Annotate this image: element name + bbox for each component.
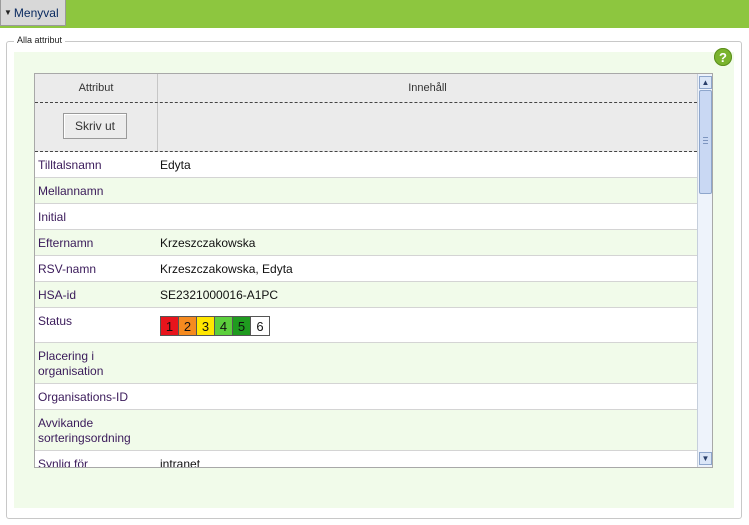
row-label: Synlig för	[38, 457, 89, 468]
table-header: Attribut Innehåll Skriv ut	[35, 74, 697, 152]
status-option-1[interactable]: 1	[161, 317, 179, 335]
print-button[interactable]: Skriv ut	[63, 113, 127, 139]
status-selector: 1 2 3 4 5 6	[160, 316, 270, 336]
table-row: Tilltalsnamn Edyta	[35, 152, 697, 178]
row-label: Initial	[38, 210, 67, 224]
table-row: Initial	[35, 204, 697, 230]
row-label: Tilltalsnamn	[38, 158, 102, 172]
table-row: RSV-namn Krzeszczakowska, Edyta	[35, 256, 697, 282]
table-row: Placering i organisation	[35, 343, 697, 384]
column-header-content: Innehåll	[408, 82, 447, 94]
attributes-table: Attribut Innehåll Skriv ut Tilltalsnamn …	[34, 73, 713, 468]
row-label: Organisations-ID	[38, 390, 129, 404]
status-option-5[interactable]: 5	[233, 317, 251, 335]
row-label: Placering i organisation	[38, 349, 104, 378]
status-option-2[interactable]: 2	[179, 317, 197, 335]
row-value: Edyta	[160, 158, 191, 172]
row-value: Krzeszczakowska, Edyta	[160, 262, 293, 276]
menu-label: Menyval	[13, 5, 59, 20]
status-option-6[interactable]: 6	[251, 317, 269, 335]
table-row: Synlig för intranet	[35, 451, 697, 468]
table-row: Efternamn Krzeszczakowska	[35, 230, 697, 256]
status-option-4[interactable]: 4	[215, 317, 233, 335]
table-row: Organisations-ID	[35, 384, 697, 410]
row-label: Mellannamn	[38, 184, 104, 198]
header-dashed-divider	[35, 102, 697, 103]
row-label: HSA-id	[38, 288, 77, 302]
row-label: Status	[38, 314, 73, 328]
triangle-down-icon: ▼	[4, 8, 12, 17]
row-label: Efternamn	[38, 236, 94, 250]
status-option-3[interactable]: 3	[197, 317, 215, 335]
table-row: HSA-id SE2321000016-A1PC	[35, 282, 697, 308]
table-row: Status 1 2 3 4 5 6	[35, 308, 697, 343]
scroll-up-icon[interactable]: ▲	[699, 76, 712, 89]
help-icon[interactable]: ?	[714, 48, 732, 66]
scroll-down-icon[interactable]: ▼	[699, 452, 712, 465]
row-value: Krzeszczakowska	[160, 236, 256, 250]
row-value: intranet	[160, 457, 201, 468]
menu-toggle-button[interactable]: ▼ Menyval	[0, 0, 66, 26]
top-menu-bar: ▼ Menyval	[0, 0, 749, 28]
row-value: SE2321000016-A1PC	[160, 288, 279, 302]
scrollbar-thumb[interactable]	[699, 90, 712, 194]
column-header-attribute: Attribut	[78, 82, 114, 94]
row-label: RSV-namn	[38, 262, 97, 276]
table-row: Mellannamn	[35, 178, 697, 204]
table-scrollbar[interactable]: ▲ ▼	[697, 74, 712, 467]
row-label: Avvikande sorteringsordning	[38, 416, 131, 445]
table-row: Avvikande sorteringsordning	[35, 410, 697, 451]
fieldset-legend: Alla attribut	[14, 35, 66, 45]
